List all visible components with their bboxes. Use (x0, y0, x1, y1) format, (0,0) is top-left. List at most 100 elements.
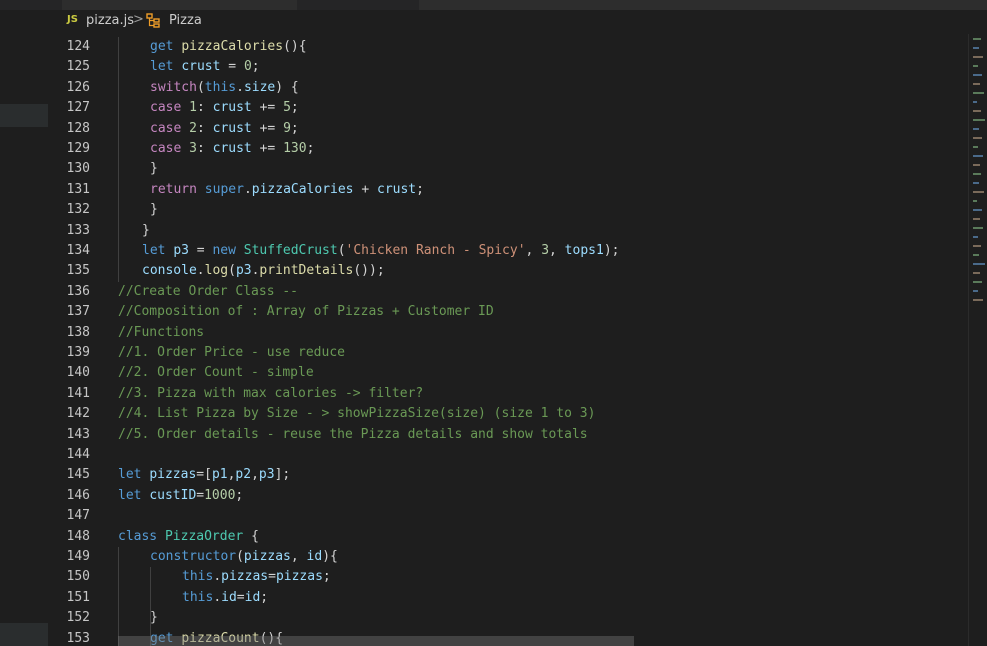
line-number: 137 (66, 304, 90, 320)
code-text: case 1: crust += 5; (150, 98, 299, 118)
class-icon (145, 12, 161, 32)
tab-strip-mid (297, 0, 419, 10)
code-token: crust (181, 59, 221, 75)
code-line[interactable]: 140 //2. Order Count - simple (0, 363, 960, 383)
code-token: 3 (189, 141, 197, 156)
code-line[interactable]: 150 this.pizzas=pizzas; (0, 567, 960, 587)
code-token: //1. Order Price - use reduce (118, 345, 345, 360)
code-text: let custID=1000; (118, 486, 243, 506)
code-line[interactable]: 126 switch(this.size) { (0, 78, 960, 98)
code-text: //Composition of : Array of Pizzas + Cus… (118, 302, 494, 322)
breadcrumb-file[interactable]: pizza.js (86, 13, 134, 28)
code-token: pizzas (149, 467, 197, 483)
code-line[interactable]: 135 console.log(p3.printDetails()); (0, 261, 960, 281)
minimap-line (973, 200, 977, 202)
code-line[interactable]: 127 case 1: crust += 5; (0, 98, 960, 118)
code-line[interactable]: 125 let crust = 0; (0, 57, 960, 77)
code-line[interactable]: 133} (0, 221, 960, 241)
code-token: pizzaCalories (251, 181, 354, 197)
code-line[interactable]: 130} (0, 159, 960, 179)
code-text: let crust = 0; (150, 57, 260, 77)
minimap-line (973, 173, 981, 175)
code-token: = (268, 569, 276, 585)
code-token: 130 (283, 141, 307, 156)
code-line[interactable]: 147 (0, 506, 960, 526)
line-number: 141 (66, 385, 90, 401)
line-number: 153 (66, 630, 90, 646)
code-line[interactable]: 129 case 3: crust += 130; (0, 139, 960, 159)
code-token: += (251, 141, 284, 156)
minimap-line (973, 182, 979, 184)
minimap-line (973, 92, 984, 94)
code-line[interactable]: 143 //5. Order details - reuse the Pizza … (0, 425, 960, 445)
code-line[interactable]: 145 let pizzas=[p1,p2,p3]; (0, 465, 960, 485)
line-number: 142 (66, 406, 90, 422)
minimap-line (973, 236, 978, 238)
code-text: case 2: crust += 9; (150, 119, 299, 139)
code-line[interactable]: 151 this.id=id; (0, 588, 960, 608)
code-token: class (118, 528, 165, 544)
code-token: //Create Order Class -- (118, 283, 299, 299)
code-line[interactable]: 131 return super.pizzaCalories + crust; (0, 180, 960, 200)
code-token: size (243, 79, 276, 95)
minimap-line (973, 101, 977, 103)
code-line[interactable]: 134 let p3 = new StuffedCrust('Chicken Ra… (0, 241, 960, 261)
code-text: case 3: crust += 130; (150, 139, 314, 159)
code-token: p3 (173, 243, 189, 258)
code-token: = (236, 589, 245, 605)
code-token: = (188, 243, 213, 258)
code-line[interactable]: 132} (0, 200, 960, 220)
line-number: 130 (66, 161, 90, 177)
code-token: , (290, 549, 307, 564)
minimap-line (973, 263, 985, 265)
code-token: 2 (189, 120, 197, 136)
indent-guide (118, 37, 119, 282)
code-token: this (182, 589, 214, 605)
code-line[interactable]: 141 //3. Pizza with max calories -> filte… (0, 384, 960, 404)
code-token: ) { (275, 79, 299, 95)
code-text: this.pizzas=pizzas; (182, 567, 331, 587)
code-token: =[ (196, 467, 212, 483)
minimap-line (973, 191, 984, 193)
code-token: this (182, 569, 214, 585)
code-text: //4. List Pizza by Size - > showPizzaSiz… (118, 404, 595, 424)
code-token: //2. Order Count - simple (118, 365, 314, 381)
minimap-line (973, 110, 981, 112)
horizontal-scrollbar[interactable] (118, 636, 634, 646)
code-line[interactable]: 146 let custID=1000; (0, 486, 960, 506)
code-line[interactable]: 138 //Functions (0, 323, 960, 343)
code-line[interactable]: 137 //Composition of : Array of Pizzas + … (0, 302, 960, 322)
code-text: return super.pizzaCalories + crust; (150, 180, 424, 200)
minimap-line (973, 272, 980, 274)
code-line[interactable]: 152} (0, 608, 960, 628)
line-number: 152 (66, 610, 90, 626)
code-token: pizzas (221, 569, 269, 585)
code-editor[interactable]: 124 get pizzaCalories(){125 let crust = 0;… (0, 34, 968, 646)
breadcrumb-symbol[interactable]: Pizza (169, 13, 202, 28)
code-token: ; (416, 181, 424, 197)
code-token: ; (290, 120, 299, 136)
code-line[interactable]: 148 class PizzaOrder { (0, 527, 960, 547)
code-text: class PizzaOrder { (118, 527, 259, 547)
code-line[interactable]: 136 //Create Order Class -- (0, 282, 960, 302)
line-number: 144 (66, 447, 90, 462)
minimap-line (973, 128, 979, 130)
code-token: ; (235, 487, 244, 503)
code-line[interactable]: 149 constructor(pizzas, id){ (0, 547, 960, 567)
minimap-line (973, 83, 980, 85)
line-number: 124 (66, 39, 90, 54)
code-line[interactable]: 124 get pizzaCalories(){ (0, 37, 960, 57)
code-line[interactable]: 139 //1. Order Price - use reduce (0, 343, 960, 363)
code-line[interactable]: 142 //4. List Pizza by Size - > showPizza… (0, 404, 960, 424)
code-text: get pizzaCalories(){ (150, 37, 307, 57)
code-line[interactable]: 128 case 2: crust += 9; (0, 119, 960, 139)
code-token: printDetails (259, 263, 354, 279)
code-line[interactable]: 144 (0, 445, 960, 465)
minimap[interactable] (968, 34, 987, 646)
code-token: //4. List Pizza by Size - > showPizzaSiz… (118, 406, 596, 422)
line-number: 138 (66, 324, 90, 340)
code-token: custID (149, 487, 197, 503)
tab-strip-left (0, 0, 62, 10)
indent-guide (150, 567, 151, 646)
code-token: crust (377, 181, 417, 197)
